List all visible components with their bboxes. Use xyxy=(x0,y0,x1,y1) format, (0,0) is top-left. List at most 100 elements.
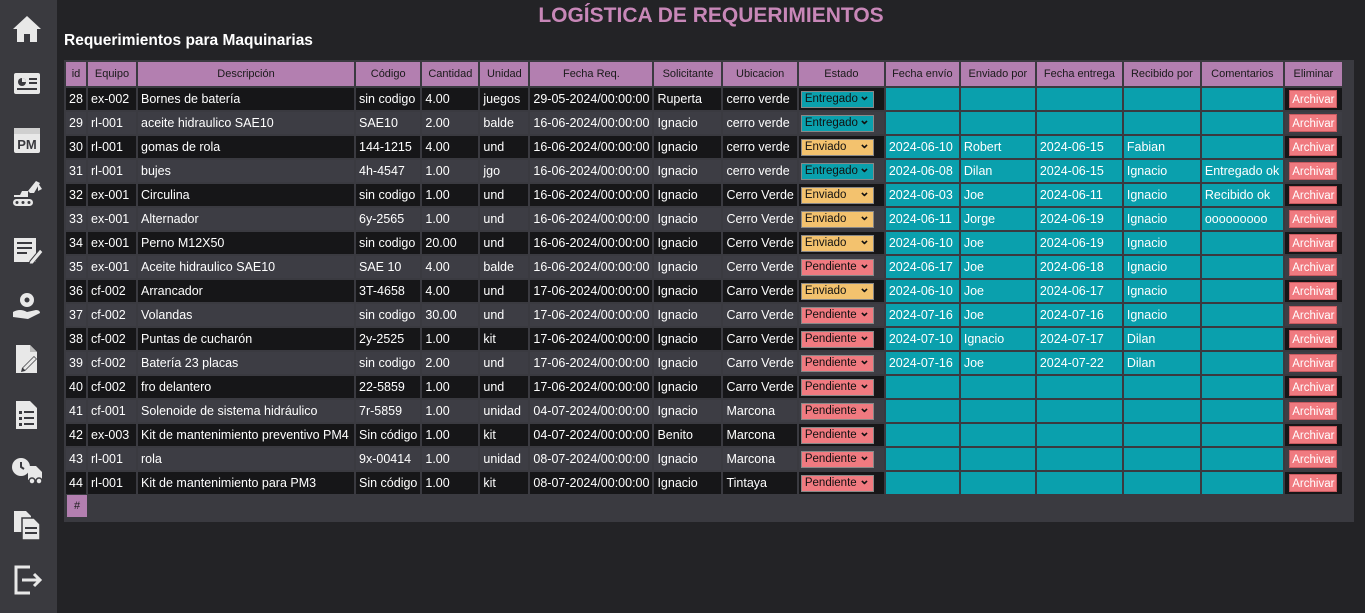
estado-select[interactable]: Enviado ⌄ xyxy=(800,137,874,156)
cell-recibido-por[interactable]: Ignacio xyxy=(1123,208,1200,230)
estado-select[interactable]: Pendiente ⌄ xyxy=(800,329,874,348)
cell-fecha-entrega[interactable]: 2024-07-17 xyxy=(1036,328,1122,350)
dashboard-icon[interactable] xyxy=(9,66,45,102)
cell-enviado-por[interactable] xyxy=(960,376,1035,398)
cell-fecha-envio[interactable] xyxy=(885,376,959,398)
archive-button[interactable]: Archivar xyxy=(1289,282,1338,300)
document-list-icon[interactable] xyxy=(9,397,45,433)
cell-fecha-envio[interactable] xyxy=(885,448,959,470)
cell-fecha-envio[interactable]: 2024-06-10 xyxy=(885,280,959,302)
cell-fecha-envio[interactable]: 2024-06-11 xyxy=(885,208,959,230)
cell-recibido-por[interactable] xyxy=(1123,112,1200,134)
archive-button[interactable]: Archivar xyxy=(1289,90,1338,108)
cell-enviado-por[interactable]: Robert xyxy=(960,136,1035,158)
estado-select[interactable]: Enviado ⌄ xyxy=(800,209,874,228)
cell-fecha-envio[interactable]: 2024-06-10 xyxy=(885,232,959,254)
estado-select[interactable]: Pendiente ⌄ xyxy=(800,377,874,396)
cell-enviado-por[interactable]: Dilan xyxy=(960,160,1035,182)
cell-fecha-envio[interactable] xyxy=(885,424,959,446)
cell-fecha-entrega[interactable]: 2024-06-15 xyxy=(1036,160,1122,182)
cell-comentarios[interactable] xyxy=(1201,232,1283,254)
cell-recibido-por[interactable] xyxy=(1123,376,1200,398)
cell-comentarios[interactable] xyxy=(1201,472,1283,494)
cell-enviado-por[interactable]: Joe xyxy=(960,352,1035,374)
estado-select[interactable]: Pendiente ⌄ xyxy=(800,305,874,324)
cell-fecha-entrega[interactable]: 2024-07-22 xyxy=(1036,352,1122,374)
estado-select[interactable]: Entregado ⌄ xyxy=(800,161,874,180)
estado-select[interactable]: Pendiente ⌄ xyxy=(800,353,874,372)
estado-select[interactable]: Pendiente ⌄ xyxy=(800,425,874,444)
cell-fecha-entrega[interactable]: 2024-06-11 xyxy=(1036,184,1122,206)
cell-fecha-envio[interactable]: 2024-06-03 xyxy=(885,184,959,206)
cell-comentarios[interactable]: Recibido ok xyxy=(1201,184,1283,206)
home-icon[interactable] xyxy=(9,11,45,47)
cell-enviado-por[interactable] xyxy=(960,112,1035,134)
cell-enviado-por[interactable] xyxy=(960,424,1035,446)
cell-comentarios[interactable] xyxy=(1201,112,1283,134)
cell-recibido-por[interactable]: Dilan xyxy=(1123,328,1200,350)
archive-button[interactable]: Archivar xyxy=(1289,426,1338,444)
cell-comentarios[interactable] xyxy=(1201,256,1283,278)
cell-recibido-por[interactable]: Ignacio xyxy=(1123,304,1200,326)
cell-recibido-por[interactable]: Dilan xyxy=(1123,352,1200,374)
cell-comentarios[interactable] xyxy=(1201,400,1283,422)
cell-fecha-envio[interactable]: 2024-06-08 xyxy=(885,160,959,182)
cell-fecha-entrega[interactable]: 2024-06-18 xyxy=(1036,256,1122,278)
delivery-truck-icon[interactable] xyxy=(9,452,45,488)
cell-fecha-entrega[interactable] xyxy=(1036,112,1122,134)
cell-enviado-por[interactable] xyxy=(960,400,1035,422)
cell-comentarios[interactable] xyxy=(1201,424,1283,446)
excavator-icon[interactable] xyxy=(9,176,45,212)
cell-recibido-por[interactable]: Ignacio xyxy=(1123,160,1200,182)
cell-enviado-por[interactable]: Joe xyxy=(960,280,1035,302)
cell-enviado-por[interactable]: Joe xyxy=(960,256,1035,278)
cell-recibido-por[interactable]: Ignacio xyxy=(1123,280,1200,302)
cell-enviado-por[interactable] xyxy=(960,88,1035,110)
cell-fecha-envio[interactable] xyxy=(885,112,959,134)
cell-fecha-entrega[interactable] xyxy=(1036,400,1122,422)
cell-recibido-por[interactable] xyxy=(1123,400,1200,422)
cell-fecha-entrega[interactable] xyxy=(1036,424,1122,446)
cell-fecha-envio[interactable]: 2024-07-16 xyxy=(885,304,959,326)
cell-comentarios[interactable] xyxy=(1201,136,1283,158)
logout-icon[interactable] xyxy=(9,562,45,598)
gear-hand-icon[interactable] xyxy=(9,287,45,323)
cell-fecha-entrega[interactable]: 2024-06-17 xyxy=(1036,280,1122,302)
cell-fecha-envio[interactable] xyxy=(885,400,959,422)
copy-documents-icon[interactable] xyxy=(9,507,45,543)
cell-fecha-entrega[interactable] xyxy=(1036,472,1122,494)
archive-button[interactable]: Archivar xyxy=(1289,234,1338,252)
cell-fecha-entrega[interactable]: 2024-06-19 xyxy=(1036,208,1122,230)
archive-button[interactable]: Archivar xyxy=(1289,114,1338,132)
cell-fecha-entrega[interactable] xyxy=(1036,88,1122,110)
cell-comentarios[interactable] xyxy=(1201,448,1283,470)
cell-comentarios[interactable] xyxy=(1201,376,1283,398)
cell-recibido-por[interactable]: Ignacio xyxy=(1123,256,1200,278)
cell-fecha-entrega[interactable]: 2024-07-16 xyxy=(1036,304,1122,326)
cell-fecha-entrega[interactable] xyxy=(1036,376,1122,398)
estado-select[interactable]: Enviado ⌄ xyxy=(800,281,874,300)
cell-enviado-por[interactable] xyxy=(960,472,1035,494)
cell-enviado-por[interactable] xyxy=(960,448,1035,470)
cell-enviado-por[interactable]: Joe xyxy=(960,232,1035,254)
archive-button[interactable]: Archivar xyxy=(1289,210,1338,228)
cell-fecha-envio[interactable] xyxy=(885,472,959,494)
estado-select[interactable]: Entregado ⌄ xyxy=(800,89,874,108)
cell-comentarios[interactable]: Entregado ok xyxy=(1201,160,1283,182)
cell-enviado-por[interactable]: Ignacio xyxy=(960,328,1035,350)
archive-button[interactable]: Archivar xyxy=(1289,402,1338,420)
archive-button[interactable]: Archivar xyxy=(1289,186,1338,204)
archive-button[interactable]: Archivar xyxy=(1289,474,1338,492)
estado-select[interactable]: Pendiente ⌄ xyxy=(800,401,874,420)
cell-fecha-entrega[interactable] xyxy=(1036,448,1122,470)
cell-fecha-envio[interactable]: 2024-06-10 xyxy=(885,136,959,158)
cell-comentarios[interactable] xyxy=(1201,88,1283,110)
cell-recibido-por[interactable] xyxy=(1123,88,1200,110)
archive-button[interactable]: Archivar xyxy=(1289,138,1338,156)
archive-button[interactable]: Archivar xyxy=(1289,162,1338,180)
estado-select[interactable]: Entregado ⌄ xyxy=(800,113,874,132)
archive-button[interactable]: Archivar xyxy=(1289,306,1338,324)
archive-button[interactable]: Archivar xyxy=(1289,450,1338,468)
cell-enviado-por[interactable]: Joe xyxy=(960,304,1035,326)
archive-button[interactable]: Archivar xyxy=(1289,354,1338,372)
